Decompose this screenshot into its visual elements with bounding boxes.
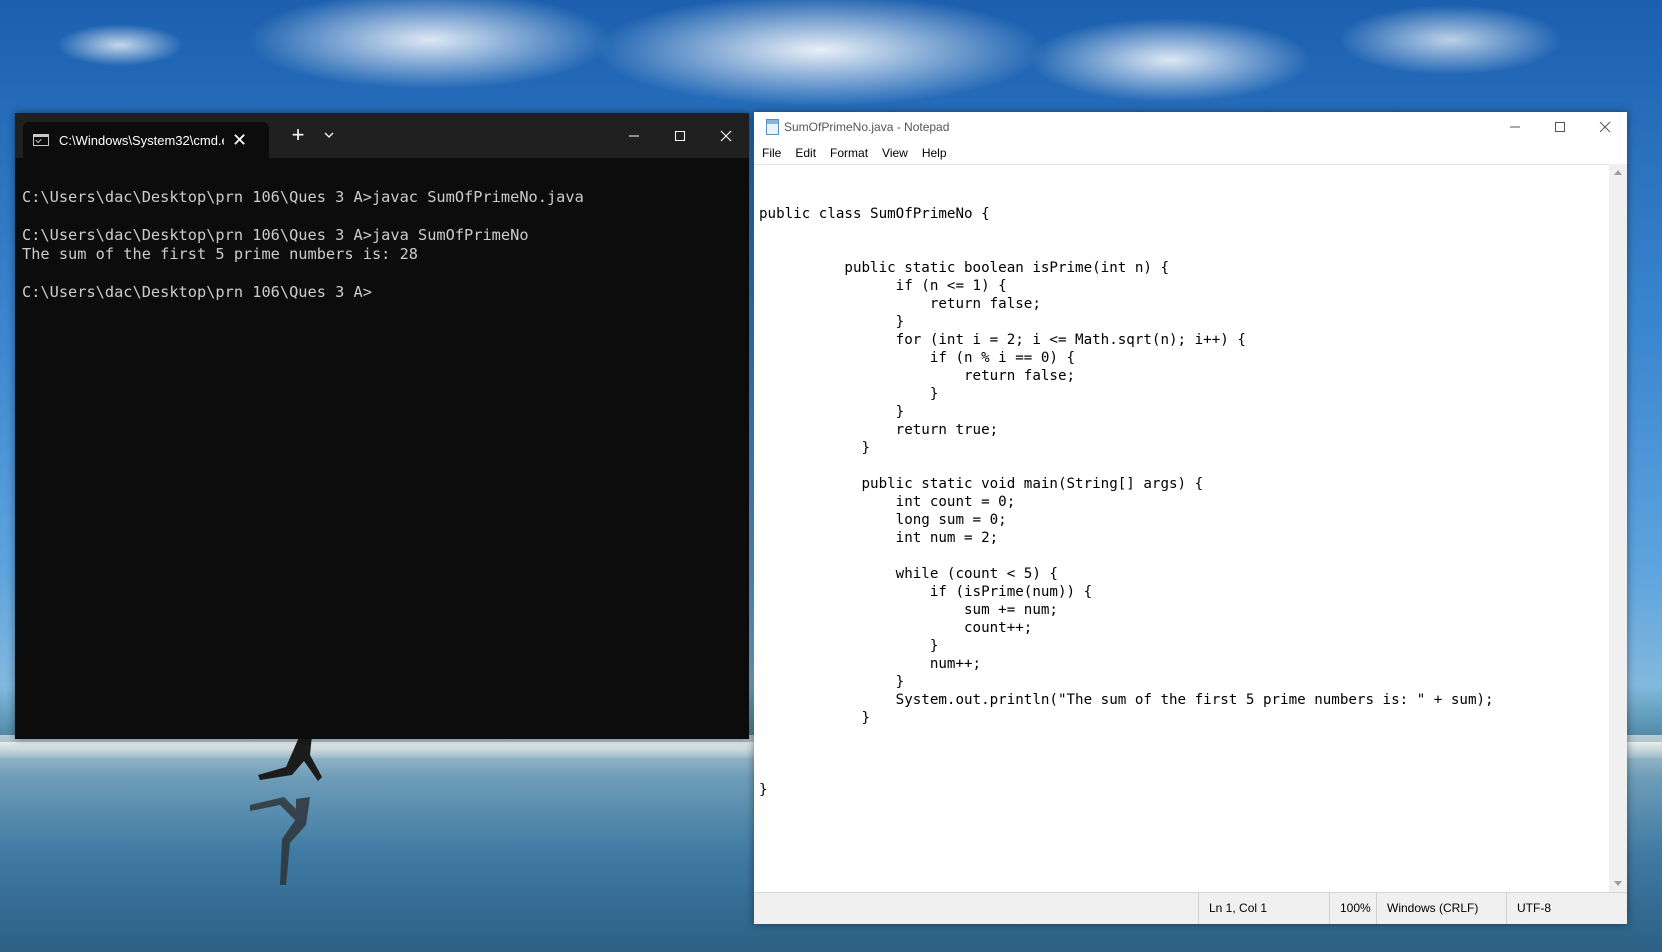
code-line: } [759, 638, 939, 654]
close-tab-icon[interactable]: ✕ [232, 131, 247, 149]
text-editor[interactable]: public class SumOfPrimeNo { public stati… [754, 164, 1609, 892]
cursor-position: Ln 1, Col 1 [1198, 893, 1329, 924]
terminal-icon [33, 134, 49, 146]
code-line: num++; [759, 656, 982, 672]
code-line: } [759, 314, 905, 330]
minimize-icon [1510, 126, 1520, 128]
minimize-icon [629, 135, 639, 136]
notepad-window: SumOfPrimeNo.java - Notepad File Edit Fo… [754, 112, 1627, 924]
code-line: return false; [759, 296, 1041, 312]
code-line: } [759, 404, 905, 420]
menu-edit[interactable]: Edit [788, 146, 823, 160]
maximize-icon [1555, 122, 1565, 132]
terminal-line: The sum of the first 5 prime numbers is:… [22, 245, 419, 263]
cmd-titlebar[interactable]: C:\Windows\System32\cmd.exe ✕ + [15, 113, 749, 158]
code-line: } [759, 440, 871, 456]
line-ending: Windows (CRLF) [1376, 893, 1506, 924]
code-line: System.out.println("The sum of the first… [759, 692, 1494, 708]
new-tab-button[interactable]: + [285, 122, 311, 148]
terminal-prompt: C:\Users\dac\Desktop\prn 106\Ques 3 A> [22, 283, 372, 301]
notepad-icon [766, 119, 779, 135]
menu-bar: File Edit Format View Help [754, 142, 1627, 164]
close-icon [1599, 121, 1611, 133]
maximize-button[interactable] [1537, 112, 1583, 142]
status-bar: Ln 1, Col 1 100% Windows (CRLF) UTF-8 [754, 892, 1627, 924]
close-button[interactable] [1582, 112, 1628, 142]
minimize-button[interactable] [611, 113, 657, 158]
code-line: public static boolean isPrime(int n) { [759, 260, 1169, 276]
code-line: int num = 2; [759, 530, 999, 546]
terminal-line: C:\Users\dac\Desktop\prn 106\Ques 3 A>ja… [22, 226, 529, 244]
close-icon [720, 130, 732, 141]
code-line: return false; [759, 368, 1076, 384]
encoding: UTF-8 [1506, 893, 1609, 924]
scroll-up-icon[interactable] [1614, 170, 1622, 175]
menu-help[interactable]: Help [915, 146, 954, 160]
menu-file[interactable]: File [754, 146, 788, 160]
code-line: } [759, 710, 871, 726]
maximize-icon [675, 130, 685, 141]
cmd-window: C:\Windows\System32\cmd.exe ✕ + C:\Users… [15, 113, 749, 739]
code-line: sum += num; [759, 602, 1058, 618]
minimize-button[interactable] [1492, 112, 1538, 142]
code-line: if (isPrime(num)) { [759, 584, 1093, 600]
code-line: return true; [759, 422, 999, 438]
menu-view[interactable]: View [875, 146, 915, 160]
code-line: long sum = 0; [759, 512, 1007, 528]
code-line: for (int i = 2; i <= Math.sqrt(n); i++) … [759, 332, 1246, 348]
code-line: } [759, 782, 768, 798]
code-line: if (n % i == 0) { [759, 350, 1076, 366]
chevron-down-icon[interactable] [318, 125, 340, 145]
code-line: public class SumOfPrimeNo { [759, 206, 990, 222]
terminal-output[interactable]: C:\Users\dac\Desktop\prn 106\Ques 3 A>ja… [15, 158, 749, 739]
code-line: count++; [759, 620, 1033, 636]
tab-cmd[interactable]: C:\Windows\System32\cmd.exe ✕ [23, 122, 269, 158]
code-line: public static void main(String[] args) { [759, 476, 1204, 492]
code-line: } [759, 386, 939, 402]
code-line: int count = 0; [759, 494, 1016, 510]
vertical-scrollbar[interactable] [1609, 164, 1627, 892]
code-line: while (count < 5) { [759, 566, 1058, 582]
menu-format[interactable]: Format [823, 146, 875, 160]
tab-title: C:\Windows\System32\cmd.exe [59, 132, 224, 148]
terminal-line: C:\Users\dac\Desktop\prn 106\Ques 3 A>ja… [22, 188, 584, 206]
scroll-down-icon[interactable] [1614, 881, 1622, 886]
code-line: } [759, 674, 905, 690]
window-title: SumOfPrimeNo.java - Notepad [784, 120, 950, 134]
zoom-level: 100% [1329, 893, 1376, 924]
wallpaper-runner [250, 735, 322, 885]
notepad-titlebar[interactable]: SumOfPrimeNo.java - Notepad [754, 112, 1627, 142]
code-line: if (n <= 1) { [759, 278, 1007, 294]
maximize-button[interactable] [657, 113, 703, 158]
close-button[interactable] [703, 113, 749, 158]
